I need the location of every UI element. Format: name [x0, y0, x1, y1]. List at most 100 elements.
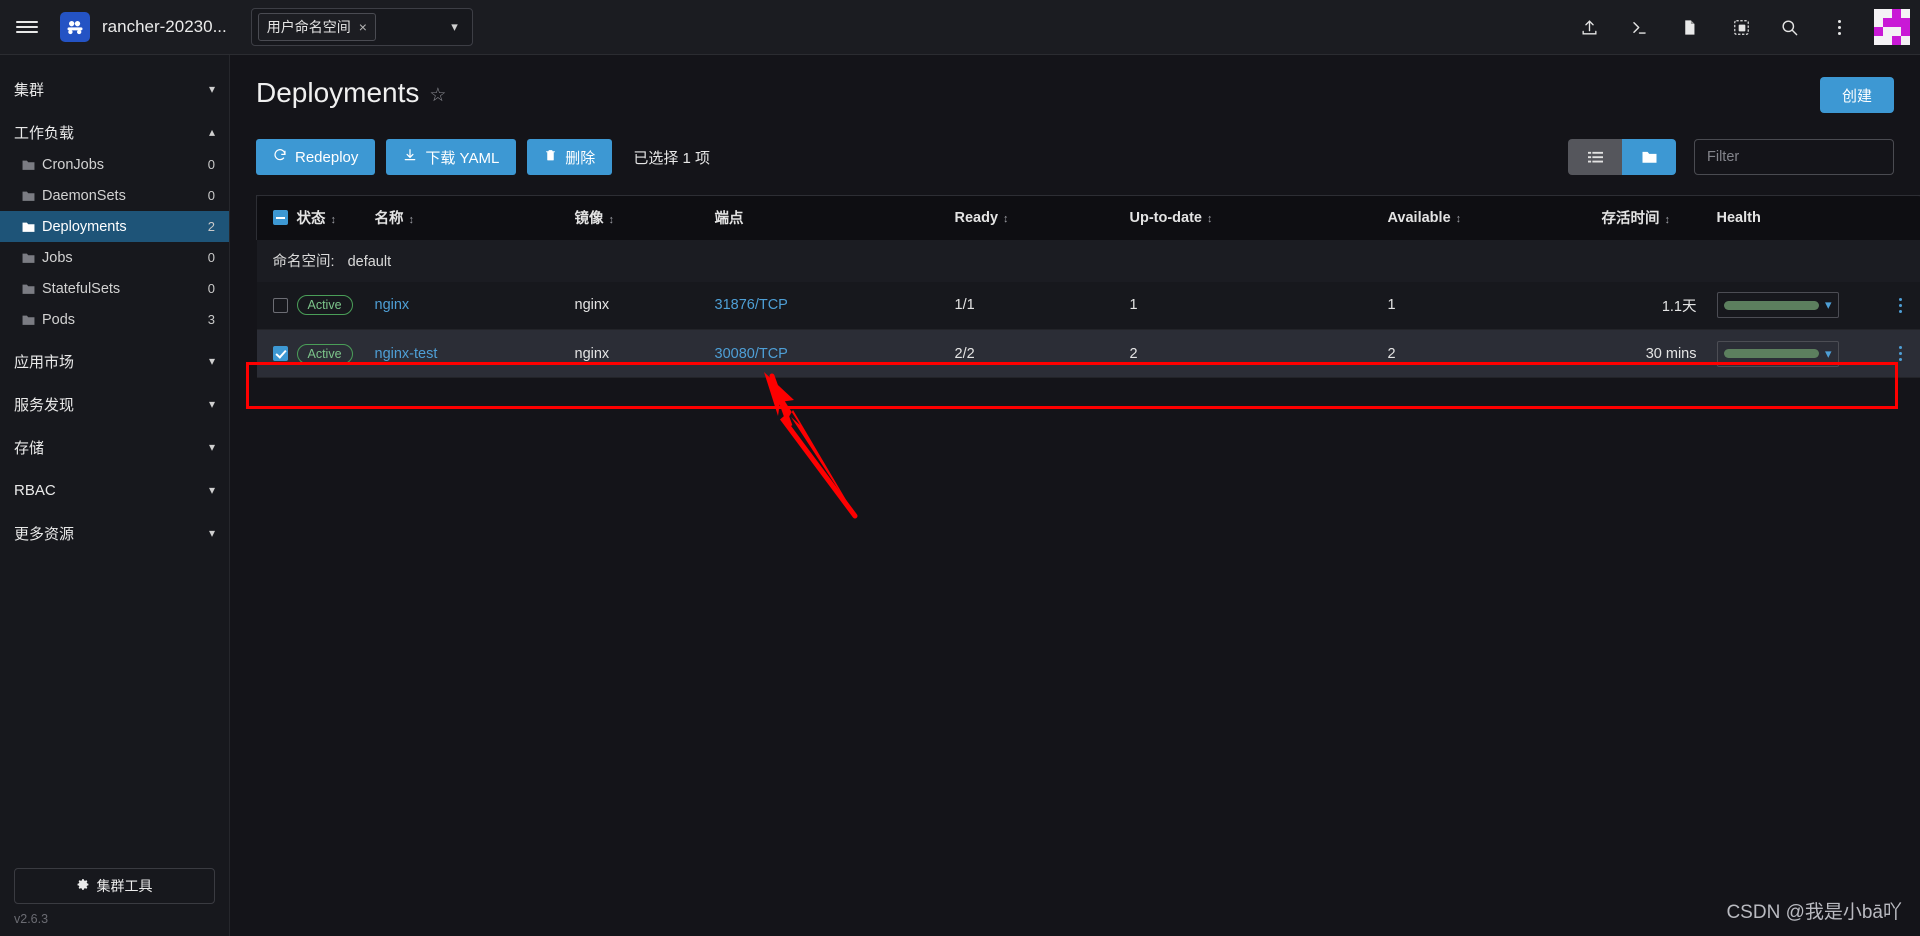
- table-header: 状态 ↕ 名称 ↕ 镜像 ↕ 端点 Ready ↕ Up-to-date ↕ A…: [256, 195, 1920, 240]
- file-icon[interactable]: [1664, 0, 1714, 55]
- folder-icon: [22, 252, 35, 264]
- column-state[interactable]: 状态 ↕: [290, 195, 369, 240]
- chevron-down-icon[interactable]: ▾: [209, 397, 215, 411]
- body: 集群 ▾ 工作负载 ▴ CronJobs 0 DaemonSets 0 Depl…: [0, 55, 1920, 936]
- status-badge: Active: [296, 295, 353, 316]
- row-state-cell: Active: [290, 329, 369, 378]
- health-indicator[interactable]: ▾: [1716, 292, 1839, 319]
- upload-icon[interactable]: [1564, 0, 1614, 55]
- chevron-down-icon[interactable]: ▾: [209, 440, 215, 454]
- health-indicator[interactable]: ▾: [1716, 340, 1839, 367]
- view-toggle: [1568, 139, 1676, 175]
- app-root: rancher-20230... 用户命名空间 × ▾ 集群 ▾ 工作负载 ▴ …: [0, 0, 1920, 936]
- create-button[interactable]: 创建: [1819, 77, 1894, 113]
- endpoint-link[interactable]: 31876/TCP: [715, 297, 788, 313]
- deployment-name-link[interactable]: nginx-test: [375, 346, 438, 362]
- namespace-chip-label: 用户命名空间: [266, 19, 351, 35]
- chevron-down-icon[interactable]: ▾: [1825, 297, 1832, 313]
- column-age[interactable]: 存活时间 ↕: [1595, 195, 1711, 240]
- chevron-down-icon[interactable]: ▾: [451, 19, 458, 35]
- rancher-logo-icon: [60, 12, 90, 42]
- user-avatar[interactable]: [1874, 9, 1910, 45]
- row-checkbox[interactable]: [272, 346, 288, 362]
- sidebar-item-count: 0: [207, 188, 215, 203]
- deployment-name-link[interactable]: nginx: [375, 297, 410, 313]
- row-image-cell: nginx: [568, 329, 709, 378]
- sidebar-item-cronjobs[interactable]: CronJobs 0: [0, 149, 229, 180]
- column-uptodate[interactable]: Up-to-date ↕: [1123, 195, 1382, 240]
- chevron-down-icon[interactable]: ▾: [1825, 346, 1832, 362]
- kebab-menu-icon[interactable]: [1814, 0, 1864, 55]
- sidebar-group-service-discovery[interactable]: 服务发现 ▾: [0, 387, 229, 421]
- row-health-cell: ▾: [1710, 329, 1881, 378]
- row-checkbox[interactable]: [272, 297, 288, 313]
- namespace-selector[interactable]: 用户命名空间 × ▾: [250, 8, 473, 46]
- download-yaml-button[interactable]: 下载 YAML: [386, 139, 517, 175]
- folder-view-icon[interactable]: [1622, 139, 1676, 175]
- star-icon[interactable]: ☆: [429, 84, 446, 107]
- sidebar-item-count: 0: [207, 157, 215, 172]
- column-name[interactable]: 名称 ↕: [368, 195, 569, 240]
- column-label: Available: [1387, 209, 1451, 226]
- trash-icon: [544, 148, 557, 166]
- table-row[interactable]: Active nginx nginx 31876/TCP 1/1 1 1 1.1…: [256, 281, 1920, 330]
- sidebar-item-deployments[interactable]: Deployments 2: [0, 211, 229, 242]
- sidebar-item-statefulsets[interactable]: StatefulSets 0: [0, 273, 229, 304]
- row-age-cell: 30 mins: [1595, 329, 1711, 378]
- column-image[interactable]: 镜像 ↕: [568, 195, 709, 240]
- filter-input[interactable]: [1694, 139, 1894, 175]
- sidebar-group-workloads[interactable]: 工作负载 ▴: [0, 115, 229, 149]
- row-checkbox-cell: [256, 329, 291, 378]
- sidebar-item-label: DaemonSets: [42, 187, 126, 204]
- sidebar-item-daemonsets[interactable]: DaemonSets 0: [0, 180, 229, 211]
- cluster-tools-button[interactable]: 集群工具: [14, 868, 215, 904]
- column-ready[interactable]: Ready ↕: [948, 195, 1124, 240]
- search-icon[interactable]: [1764, 0, 1814, 55]
- chevron-down-icon[interactable]: ▾: [209, 483, 215, 497]
- namespace-chip[interactable]: 用户命名空间 ×: [257, 13, 376, 41]
- chevron-down-icon[interactable]: ▾: [209, 82, 215, 96]
- row-kebab-menu-icon[interactable]: [1887, 346, 1915, 361]
- table-body: 命名空间: default Active nginx nginx 31876/T…: [256, 239, 1920, 378]
- row-state-cell: Active: [290, 281, 369, 330]
- sidebar-item-jobs[interactable]: Jobs 0: [0, 242, 229, 273]
- action-toolbar: Redeploy 下载 YAML 删除 已选择 1 项 Filter: [256, 139, 1894, 175]
- sort-icon: ↕: [608, 214, 615, 227]
- sidebar-group-storage[interactable]: 存储 ▾: [0, 430, 229, 464]
- row-checkbox-cell: [256, 281, 291, 330]
- sidebar-item-pods[interactable]: Pods 3: [0, 304, 229, 335]
- column-available[interactable]: Available ↕: [1381, 195, 1596, 240]
- chevron-down-icon[interactable]: ▾: [209, 354, 215, 368]
- sidebar-group-apps[interactable]: 应用市场 ▾: [0, 344, 229, 378]
- delete-button[interactable]: 删除: [527, 139, 613, 175]
- hamburger-icon[interactable]: [0, 0, 54, 55]
- table-row[interactable]: Active nginx-test nginx 30080/TCP 2/2 2: [256, 329, 1920, 378]
- endpoint-link[interactable]: 30080/TCP: [715, 346, 788, 362]
- sidebar-group-label: RBAC: [14, 481, 56, 499]
- cluster-name-label[interactable]: rancher-20230...: [102, 17, 227, 37]
- sidebar-item-label: StatefulSets: [42, 280, 121, 297]
- sidebar-group-cluster[interactable]: 集群 ▾: [0, 72, 229, 106]
- chevron-up-icon[interactable]: ▴: [209, 125, 215, 139]
- close-icon[interactable]: ×: [359, 19, 367, 35]
- sort-icon: ↕: [408, 214, 415, 227]
- sort-icon: ↕: [1664, 214, 1671, 227]
- list-view-icon[interactable]: [1568, 139, 1622, 175]
- terminal-icon[interactable]: [1614, 0, 1664, 55]
- row-age-cell: 1.1天: [1595, 281, 1711, 330]
- copy-icon[interactable]: [1714, 0, 1764, 55]
- select-all-checkbox[interactable]: [273, 210, 288, 226]
- column-actions: [1880, 195, 1920, 240]
- redeploy-button[interactable]: Redeploy: [256, 139, 376, 175]
- toolbar-right: [1568, 139, 1894, 175]
- sidebar-group-more-resources[interactable]: 更多资源 ▾: [0, 516, 229, 550]
- chevron-down-icon[interactable]: ▾: [209, 526, 215, 540]
- sidebar-group-rbac[interactable]: RBAC ▾: [0, 473, 229, 507]
- folder-icon: [22, 283, 35, 295]
- main-content: Deployments ☆ 创建 Redeploy 下载 YAML 删除 已选择…: [230, 55, 1920, 936]
- refresh-icon: [273, 148, 287, 166]
- column-label: Up-to-date: [1129, 209, 1203, 226]
- row-kebab-menu-icon[interactable]: [1887, 297, 1915, 313]
- gear-icon: [77, 878, 90, 894]
- column-label: 镜像: [574, 211, 604, 228]
